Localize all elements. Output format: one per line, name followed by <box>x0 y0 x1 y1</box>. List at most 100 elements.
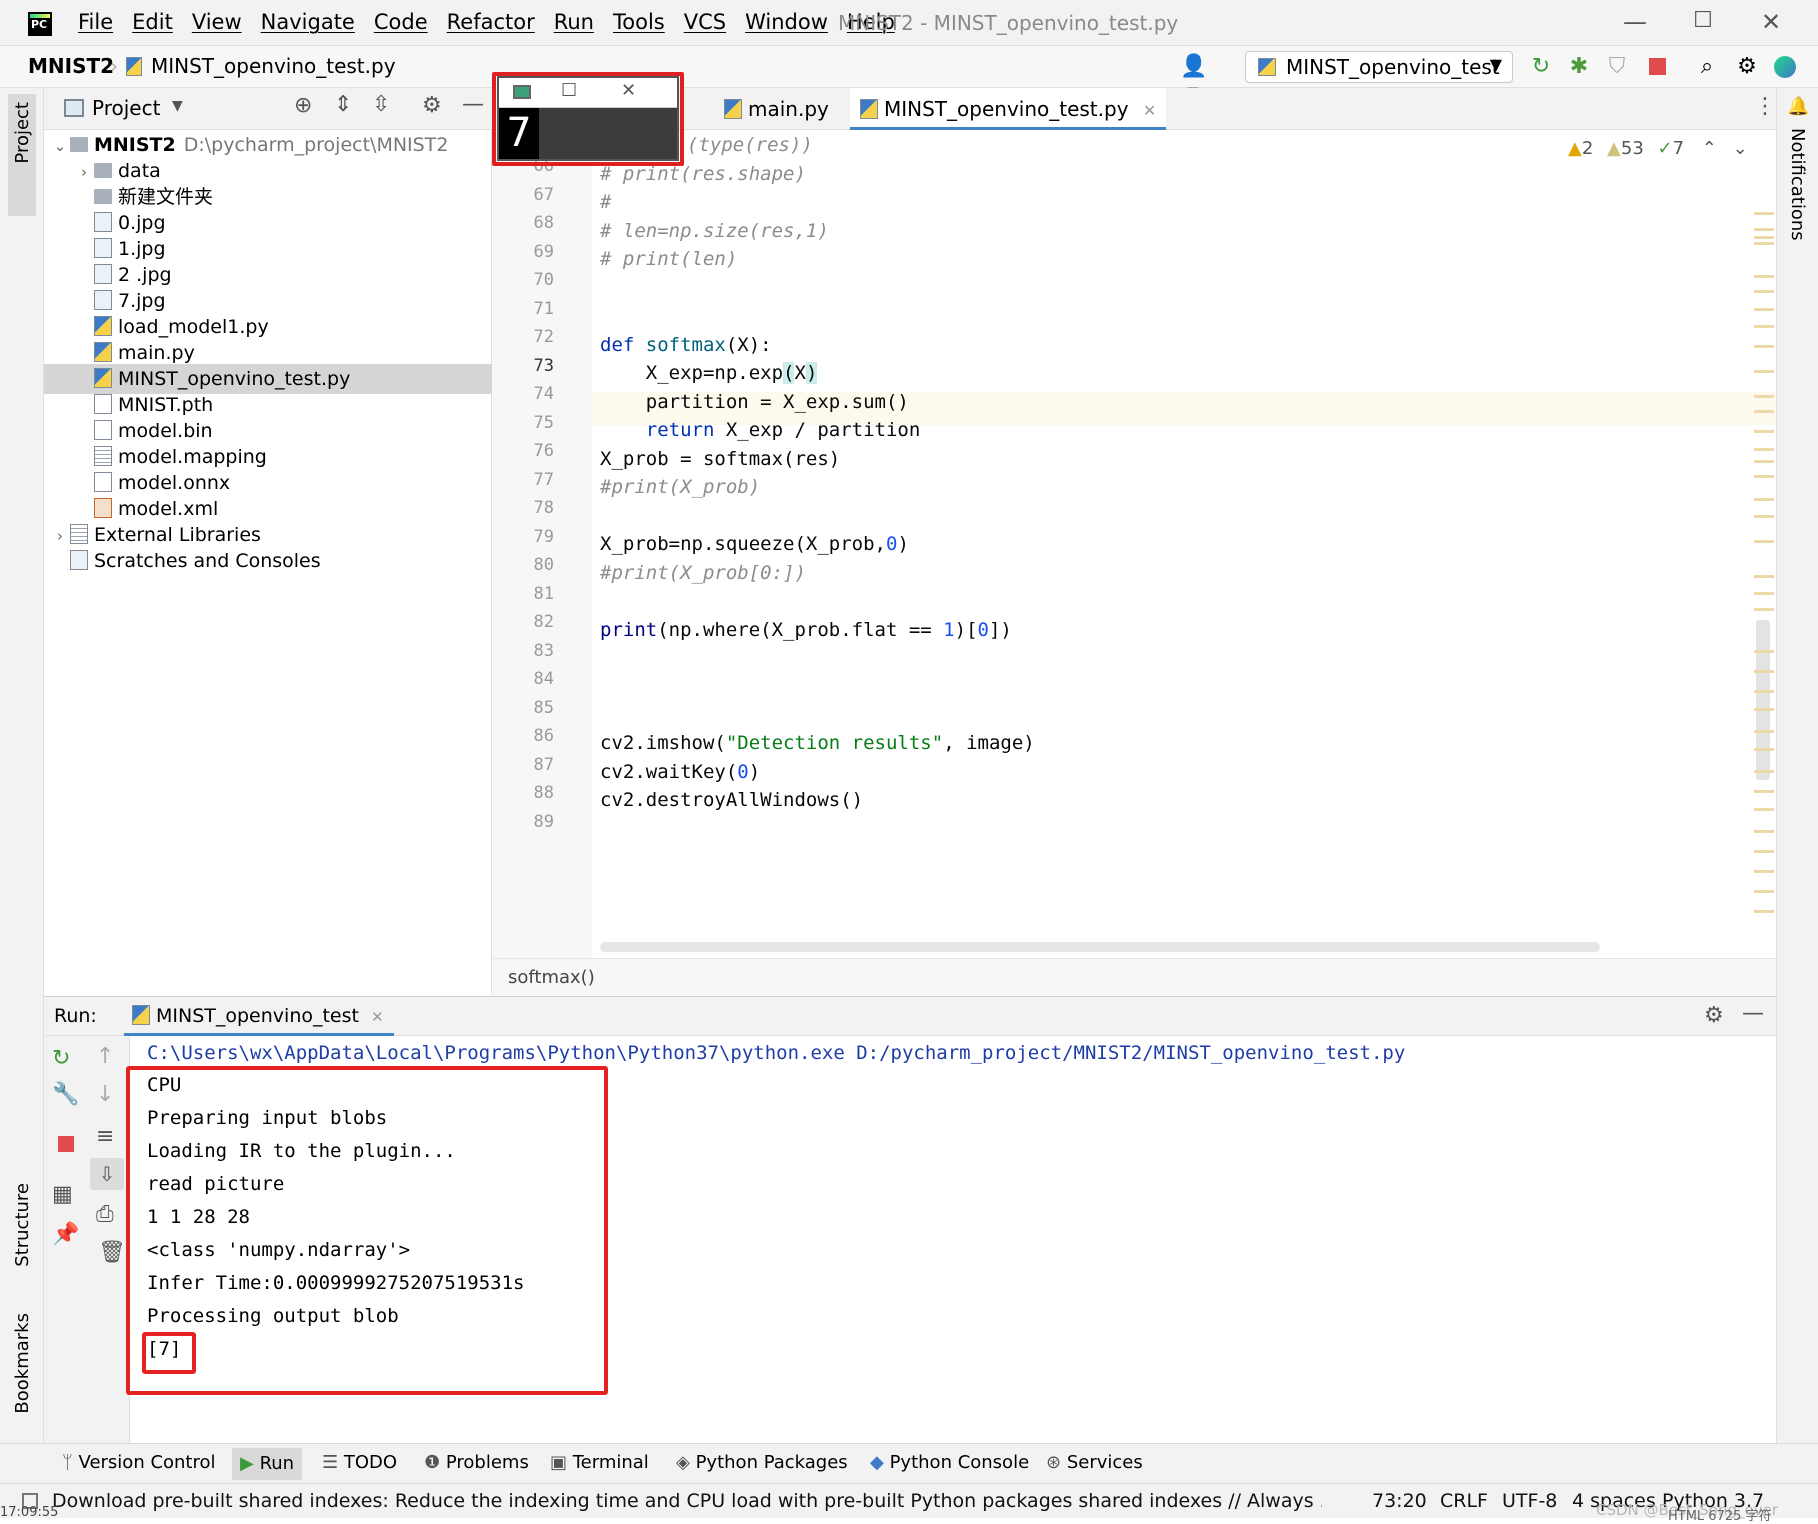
panel-settings-icon[interactable]: ⚙ <box>422 93 442 118</box>
expand-all-icon[interactable]: ⇕ <box>334 92 352 117</box>
tool-tab-python-packages[interactable]: ◈ Python Packages <box>676 1452 848 1473</box>
code-breadcrumb[interactable]: softmax() <box>508 967 595 988</box>
wrench-icon[interactable]: 🔧 <box>52 1082 79 1107</box>
stripe-marker[interactable] <box>1754 540 1774 543</box>
close-run-tab-icon[interactable]: ✕ <box>371 1008 384 1026</box>
tool-tab-python-console[interactable]: ◆ Python Console <box>870 1452 1029 1473</box>
stripe-marker[interactable] <box>1754 708 1774 711</box>
stripe-marker[interactable] <box>1754 242 1774 245</box>
tool-tab-version-control[interactable]: ᛘ Version Control <box>62 1452 216 1473</box>
run-config-selector[interactable]: MINST_openvino_test ▼ <box>1245 51 1513 83</box>
notifications-tab-label[interactable]: Notifications <box>1787 128 1808 241</box>
scroll-up-icon[interactable]: ↑ <box>96 1044 114 1069</box>
print-icon[interactable]: ⎙ <box>96 1202 114 1227</box>
menu-tools[interactable]: Tools <box>613 10 665 34</box>
settings-gear-icon[interactable]: ⚙ <box>1734 54 1760 80</box>
menu-edit[interactable]: Edit <box>132 10 173 34</box>
breadcrumb-file[interactable]: MINST_openvino_test.py <box>151 54 396 78</box>
collapse-all-icon[interactable]: ⇳ <box>372 92 390 117</box>
stripe-marker[interactable] <box>1754 830 1774 833</box>
minimize-icon[interactable]: — <box>1620 8 1650 36</box>
close-tab-icon[interactable]: ✕ <box>1143 101 1156 120</box>
menu-window[interactable]: Window <box>745 10 828 34</box>
scroll-down-icon[interactable]: ↓ <box>96 1082 114 1107</box>
stripe-marker[interactable] <box>1754 410 1774 413</box>
run-console[interactable]: C:\Users\wx\AppData\Local\Programs\Pytho… <box>126 1036 1776 1443</box>
project-panel-title[interactable]: Project <box>92 96 160 120</box>
scroll-thumb[interactable] <box>1756 620 1770 780</box>
bell-icon[interactable]: 🔔 <box>1787 96 1809 117</box>
tab-minst-openvino-test[interactable]: MINST_openvino_test.py ✕ <box>850 88 1167 130</box>
hide-panel-icon[interactable]: — <box>462 92 484 117</box>
menu-run[interactable]: Run <box>554 10 594 34</box>
stop-icon[interactable] <box>1649 58 1666 75</box>
stripe-marker[interactable] <box>1754 448 1774 451</box>
menu-file[interactable]: File <box>78 10 113 34</box>
toolbox-icon[interactable] <box>1774 56 1796 78</box>
stripe-marker[interactable] <box>1754 212 1774 215</box>
menu-view[interactable]: View <box>192 10 242 34</box>
run-tab[interactable]: MINST_openvino_test ✕ <box>124 997 394 1036</box>
file-encoding[interactable]: UTF-8 <box>1502 1490 1557 1512</box>
menu-code[interactable]: Code <box>374 10 428 34</box>
stripe-marker[interactable] <box>1754 236 1774 239</box>
stripe-marker[interactable] <box>1754 460 1774 463</box>
tool-tab-problems[interactable]: ❶ Problems <box>424 1452 529 1473</box>
stripe-marker[interactable] <box>1754 730 1774 733</box>
search-icon[interactable]: ⌕ <box>1694 54 1720 80</box>
stripe-marker[interactable] <box>1754 650 1774 653</box>
pin-icon[interactable]: 📌 <box>52 1222 79 1247</box>
horizontal-scrollbar[interactable] <box>600 942 1600 952</box>
tool-tab-todo[interactable]: ☰ TODO <box>322 1452 397 1473</box>
more-options-icon[interactable]: ⋮ <box>1754 94 1776 119</box>
user-icon[interactable]: 👤▾ <box>1180 54 1207 105</box>
clear-trash-icon[interactable]: 🗑 <box>98 1240 126 1265</box>
stop-run-icon[interactable] <box>58 1136 74 1152</box>
stripe-marker[interactable] <box>1754 290 1774 293</box>
structure-tab-label[interactable]: Structure <box>12 1183 33 1267</box>
stripe-marker[interactable] <box>1754 608 1774 611</box>
stripe-marker[interactable] <box>1754 790 1774 793</box>
tab-main-py[interactable]: main.py <box>714 88 839 130</box>
stripe-marker[interactable] <box>1754 592 1774 595</box>
scroll-to-end-icon[interactable]: ⇩ <box>90 1158 124 1190</box>
inspection-widget[interactable]: ▲2 ▲53 ✓7 ⌃ ⌄ <box>1568 138 1748 159</box>
rerun-icon[interactable]: ↻ <box>52 1046 70 1071</box>
stripe-marker[interactable] <box>1754 228 1774 231</box>
tool-tab-services[interactable]: ⊛ Services <box>1046 1452 1143 1473</box>
breadcrumb-project[interactable]: MNIST2 <box>28 54 114 78</box>
stripe-marker[interactable] <box>1754 770 1774 773</box>
coverage-icon[interactable]: ⛉ <box>1604 54 1630 80</box>
stripe-marker[interactable] <box>1754 308 1774 311</box>
stripe-marker[interactable] <box>1754 808 1774 811</box>
stripe-marker[interactable] <box>1754 850 1774 853</box>
status-message[interactable]: Download pre-built shared indexes: Reduc… <box>52 1490 1322 1512</box>
stripe-marker[interactable] <box>1754 475 1774 478</box>
debug-icon[interactable]: ✱ <box>1566 54 1592 80</box>
stripe-marker[interactable] <box>1754 890 1774 893</box>
next-highlight-icon[interactable]: ⌄ <box>1733 138 1748 159</box>
chevron-down-icon[interactable]: ▼ <box>172 98 183 114</box>
stripe-marker[interactable] <box>1754 748 1774 751</box>
menu-vcs[interactable]: VCS <box>684 10 726 34</box>
stripe-marker[interactable] <box>1754 690 1774 693</box>
layout-icon[interactable]: ▦ <box>52 1182 73 1207</box>
stripe-marker[interactable] <box>1754 325 1774 328</box>
run-settings-icon[interactable]: ⚙ <box>1704 1003 1724 1028</box>
locate-icon[interactable]: ⊕ <box>294 93 312 118</box>
stripe-marker[interactable] <box>1754 515 1774 518</box>
menu-refactor[interactable]: Refactor <box>447 10 535 34</box>
project-tool-tab[interactable]: Project <box>8 94 36 216</box>
tool-tab-run[interactable]: ▶ Run <box>232 1448 303 1480</box>
previous-highlight-icon[interactable]: ⌃ <box>1702 138 1717 159</box>
stripe-marker[interactable] <box>1754 575 1774 578</box>
tree-scratches[interactable]: Scratches and Consoles <box>44 546 492 576</box>
line-separator[interactable]: CRLF <box>1440 1490 1488 1512</box>
rerun-icon[interactable]: ↻ <box>1528 54 1554 80</box>
stripe-marker[interactable] <box>1754 910 1774 913</box>
tool-tab-terminal[interactable]: ▣ Terminal <box>550 1452 649 1473</box>
bookmarks-tab-label[interactable]: Bookmarks <box>12 1313 33 1414</box>
stripe-marker[interactable] <box>1754 370 1774 373</box>
stripe-marker[interactable] <box>1754 345 1774 348</box>
code-editor[interactable]: (type(res)) # print(res.shape) # # len=n… <box>592 130 1776 958</box>
